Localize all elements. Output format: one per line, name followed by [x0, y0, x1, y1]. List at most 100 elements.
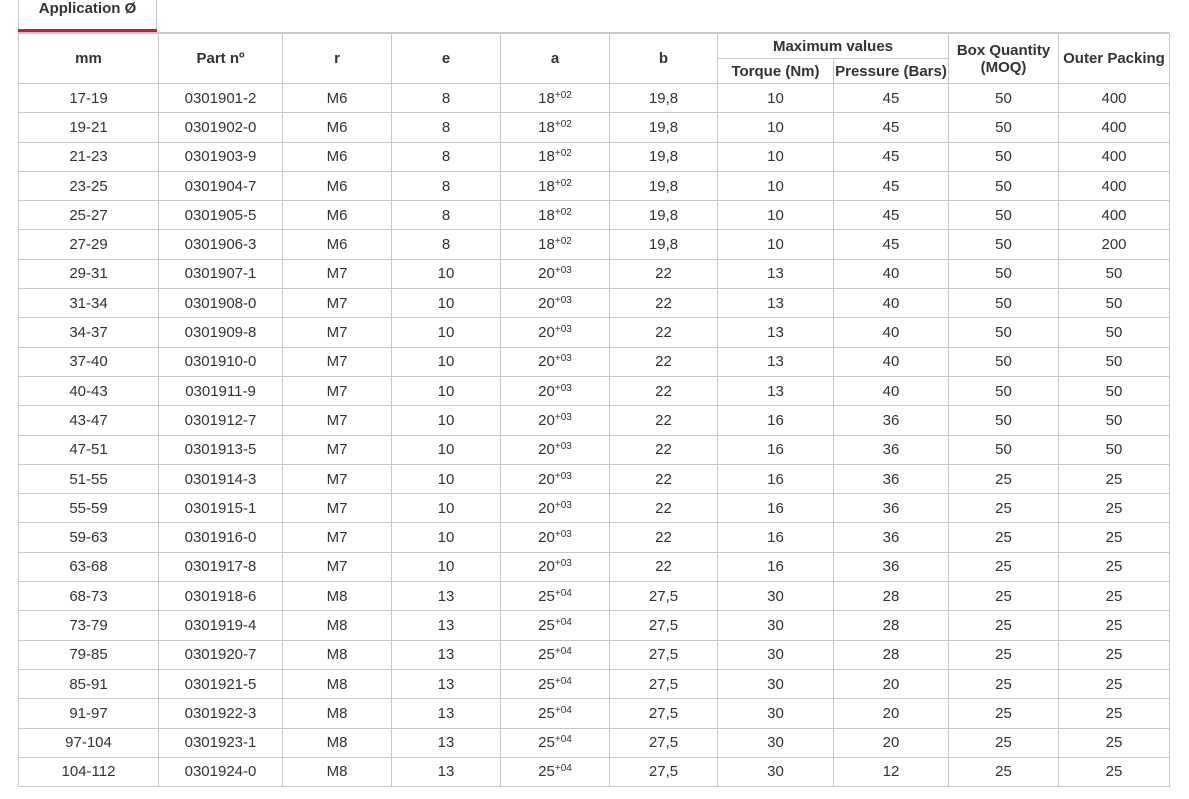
cell-torque: 30: [717, 610, 834, 641]
cell-mm: 25-27: [18, 200, 159, 231]
cell-pressure: 45: [833, 141, 949, 172]
cell-a-value: 18: [538, 89, 555, 107]
cell-a: 25+04: [500, 639, 610, 670]
header-box-quantity-line1: Box Quantity: [956, 41, 1051, 59]
cell-mm: 91-97: [18, 698, 159, 729]
cell-a: 20+03: [500, 434, 610, 465]
cell-a: 18+02: [500, 112, 610, 143]
cell-a-value: 25: [538, 675, 555, 693]
table-row: 21-23 0301903-9 M6 8 18+02 19,8 10 45 50 400: [18, 141, 1170, 172]
tab-bar: Application Ø: [18, 0, 1169, 33]
cell-a-tolerance: +03: [554, 353, 572, 365]
cell-pressure: 45: [833, 112, 949, 143]
cell-r: M7: [282, 463, 392, 495]
cell-r: M6: [282, 141, 392, 172]
cell-box-quantity: 50: [948, 141, 1059, 172]
cell-outer-packing: 400: [1058, 112, 1170, 143]
cell-a-value: 20: [538, 411, 555, 429]
table-row: 19-21 0301902-0 M6 8 18+02 19,8 10 45 50 400: [18, 112, 1170, 143]
cell-torque: 16: [717, 493, 834, 524]
cell-outer-packing: 25: [1058, 727, 1170, 758]
cell-e: 10: [391, 375, 501, 407]
table-row: 34-37 0301909-8 M7 10 20+03 22 13 40 50 50: [18, 317, 1170, 348]
cell-pressure: 40: [833, 346, 949, 377]
cell-pressure: 45: [833, 200, 949, 231]
cell-a-tolerance: +04: [554, 646, 572, 658]
cell-part-no: 0301916-0: [158, 522, 283, 553]
cell-box-quantity: 50: [948, 229, 1059, 260]
cell-box-quantity: 25: [948, 610, 1059, 641]
table-row: 91-97 0301922-3 M8 13 25+04 27,5 30 20 25 25: [18, 698, 1170, 729]
cell-r: M6: [282, 112, 392, 143]
cell-a: 25+04: [500, 698, 610, 729]
cell-a-value: 20: [538, 558, 555, 576]
cell-a-value: 25: [538, 704, 555, 722]
cell-outer-packing: 400: [1058, 170, 1170, 202]
cell-a-tolerance: +02: [554, 89, 572, 101]
table-header: mm Part nº r e a b Maximum values Box Qu…: [18, 33, 1170, 84]
cell-a-tolerance: +02: [554, 177, 572, 189]
cell-torque: 10: [717, 229, 834, 260]
cell-a-tolerance: +04: [554, 763, 572, 775]
cell-part-no: 0301914-3: [158, 463, 283, 495]
cell-outer-packing: 25: [1058, 698, 1170, 729]
cell-e: 13: [391, 668, 501, 700]
cell-torque: 13: [717, 258, 834, 290]
cell-e: 8: [391, 141, 501, 172]
cell-a-value: 18: [538, 206, 555, 224]
cell-part-no: 0301922-3: [158, 698, 283, 729]
cell-box-quantity: 25: [948, 698, 1059, 729]
cell-r: M7: [282, 522, 392, 553]
cell-e: 13: [391, 610, 501, 641]
cell-pressure: 36: [833, 551, 949, 583]
cell-pressure: 45: [833, 170, 949, 202]
cell-box-quantity: 50: [948, 112, 1059, 143]
cell-b: 19,8: [609, 170, 718, 202]
cell-mm: 27-29: [18, 229, 159, 260]
tab-application-diameter[interactable]: Application Ø: [18, 0, 157, 32]
cell-r: M8: [282, 610, 392, 641]
cell-pressure: 20: [833, 698, 949, 729]
cell-a-tolerance: +03: [554, 499, 572, 511]
cell-a: 20+03: [500, 405, 610, 436]
cell-a-tolerance: +04: [554, 704, 572, 716]
header-pressure: Pressure (Bars): [833, 58, 949, 84]
cell-a-value: 20: [538, 441, 555, 459]
cell-torque: 16: [717, 551, 834, 583]
cell-r: M7: [282, 493, 392, 524]
cell-pressure: 40: [833, 258, 949, 290]
cell-outer-packing: 400: [1058, 141, 1170, 172]
cell-e: 10: [391, 551, 501, 583]
cell-e: 10: [391, 346, 501, 377]
cell-torque: 13: [717, 288, 834, 319]
cell-pressure: 36: [833, 493, 949, 524]
cell-e: 10: [391, 317, 501, 348]
cell-a-tolerance: +03: [554, 294, 572, 306]
cell-torque: 10: [717, 141, 834, 172]
cell-mm: 104-112: [18, 756, 159, 788]
cell-mm: 68-73: [18, 581, 159, 612]
cell-outer-packing: 50: [1058, 375, 1170, 407]
cell-a-tolerance: +03: [554, 382, 572, 394]
cell-torque: 13: [717, 317, 834, 348]
cell-box-quantity: 25: [948, 727, 1059, 758]
header-part-no: Part nº: [158, 33, 283, 84]
cell-b: 22: [609, 463, 718, 495]
cell-pressure: 45: [833, 229, 949, 260]
cell-b: 22: [609, 405, 718, 436]
cell-b: 19,8: [609, 141, 718, 172]
cell-outer-packing: 50: [1058, 405, 1170, 436]
cell-b: 27,5: [609, 581, 718, 612]
cell-r: M7: [282, 551, 392, 583]
cell-torque: 16: [717, 463, 834, 495]
cell-part-no: 0301912-7: [158, 405, 283, 436]
cell-outer-packing: 25: [1058, 551, 1170, 583]
cell-torque: 10: [717, 112, 834, 143]
cell-torque: 30: [717, 698, 834, 729]
cell-a-value: 20: [538, 499, 555, 517]
cell-part-no: 0301921-5: [158, 668, 283, 700]
cell-r: M8: [282, 668, 392, 700]
cell-a-value: 20: [538, 265, 555, 283]
cell-r: M8: [282, 581, 392, 612]
tab-label: Application Ø: [38, 0, 137, 17]
